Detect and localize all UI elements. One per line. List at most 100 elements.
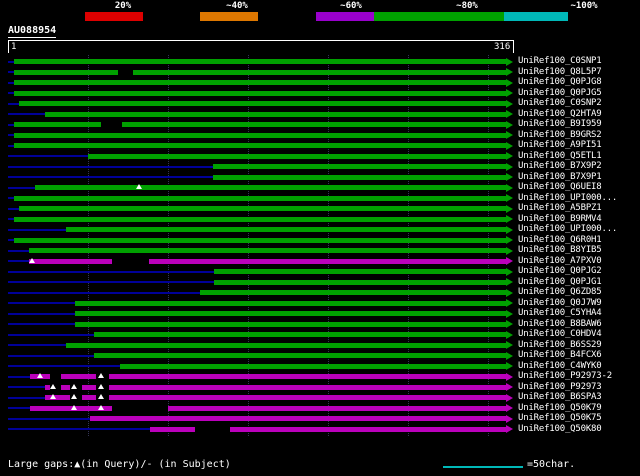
subject-label: UniRef100_Q8L5P7 bbox=[518, 66, 602, 77]
alignment-bar[interactable] bbox=[14, 143, 506, 148]
alignment-row: UniRef100_UPI000... bbox=[0, 193, 640, 204]
alignment-bar[interactable] bbox=[14, 59, 506, 64]
bar-arrow-icon bbox=[506, 267, 513, 276]
alignment-bar[interactable] bbox=[14, 132, 506, 138]
alignment-row: UniRef100_Q6R0H1 bbox=[0, 235, 640, 246]
bar-arrow-icon bbox=[506, 404, 513, 412]
alignment-bar[interactable] bbox=[89, 416, 506, 421]
subject-label: UniRef100_B8YIB5 bbox=[518, 245, 602, 255]
query-gap-triangle-icon bbox=[97, 394, 104, 399]
query-lead-line bbox=[8, 291, 200, 294]
subject-label: UniRef100_B7X9P2 bbox=[518, 161, 602, 171]
alignment-row: UniRef100_Q0PJG2 bbox=[0, 266, 640, 277]
alignment-bar[interactable] bbox=[14, 122, 506, 127]
alignment-row: UniRef100_Q5ETL1 bbox=[0, 151, 640, 162]
scale-key-segment bbox=[200, 12, 258, 21]
alignment-row: UniRef100_Q2HTA9 bbox=[0, 109, 640, 120]
alignment-row: UniRef100_Q6UEI8 bbox=[0, 182, 640, 193]
scale-legend-line bbox=[443, 466, 523, 468]
alignment-row: UniRef100_A5BPZ1 bbox=[0, 203, 640, 214]
subject-label: UniRef100_C5YHA4 bbox=[518, 308, 602, 318]
subject-label: UniRef100_Q5ETL1 bbox=[518, 150, 602, 161]
scale-key-label: ~60% bbox=[340, 1, 362, 11]
alignment-bar[interactable] bbox=[44, 395, 506, 400]
alignment-bar[interactable] bbox=[75, 300, 506, 306]
alignment-bar[interactable] bbox=[19, 206, 506, 211]
subject-label: UniRef100_Q50K80 bbox=[518, 423, 602, 434]
subject-label: UniRef100_UPI000... bbox=[518, 224, 618, 234]
subject-gap-segment bbox=[112, 258, 149, 264]
alignment-bar[interactable] bbox=[65, 342, 506, 348]
alignment-bar[interactable] bbox=[120, 363, 506, 369]
bar-arrow-icon bbox=[506, 173, 513, 181]
bar-arrow-icon bbox=[506, 288, 513, 297]
alignment-row: UniRef100_B8BAW6 bbox=[0, 319, 640, 330]
query-gap-triangle-icon bbox=[136, 184, 143, 189]
subject-label: UniRef100_B4FCX6 bbox=[518, 350, 602, 360]
alignment-row: UniRef100_C4WYK0 bbox=[0, 361, 640, 372]
scale-key-segment bbox=[374, 12, 504, 21]
alignment-row: UniRef100_B4FCX6 bbox=[0, 350, 640, 361]
bar-arrow-icon bbox=[506, 383, 513, 391]
query-lead-line bbox=[8, 354, 95, 357]
alignment-bar[interactable] bbox=[14, 195, 506, 201]
bar-arrow-icon bbox=[506, 183, 513, 192]
query-lead-line bbox=[8, 155, 88, 157]
bar-arrow-icon bbox=[506, 236, 513, 244]
alignment-bar[interactable] bbox=[14, 69, 506, 75]
alignment-row: UniRef100_B8YIB5 bbox=[0, 245, 640, 256]
scale-key-segment bbox=[316, 12, 374, 21]
alignment-bar[interactable] bbox=[19, 101, 506, 106]
subject-label: UniRef100_B8BAW6 bbox=[518, 318, 602, 329]
alignment-row: UniRef100_P92973 bbox=[0, 382, 640, 393]
bar-arrow-icon bbox=[506, 68, 513, 76]
bar-arrow-icon bbox=[506, 78, 513, 87]
subject-label: UniRef100_Q6R0H1 bbox=[518, 234, 602, 245]
subject-gap-segment bbox=[195, 426, 231, 432]
alignment-bar[interactable] bbox=[212, 174, 506, 180]
alignment-bar[interactable] bbox=[94, 332, 506, 337]
alignment-bar[interactable] bbox=[14, 80, 506, 85]
query-lead-line bbox=[8, 270, 215, 273]
query-lead-line bbox=[8, 207, 20, 210]
scale-key-label: 20% bbox=[114, 1, 132, 11]
subject-label: UniRef100_Q0J7W9 bbox=[518, 297, 602, 308]
alignment-bar[interactable] bbox=[28, 248, 506, 253]
query-gap-triangle-icon bbox=[37, 373, 43, 378]
bar-arrow-icon bbox=[506, 225, 513, 234]
subject-gap-segment bbox=[100, 122, 122, 127]
alignment-bar[interactable] bbox=[35, 185, 506, 190]
alignment-row: UniRef100_Q50K79 bbox=[0, 403, 640, 414]
query-lead-line bbox=[8, 365, 120, 367]
alignment-bar[interactable] bbox=[75, 311, 506, 316]
alignment-row: UniRef100_B7X9P1 bbox=[0, 172, 640, 183]
query-lead-line bbox=[8, 176, 213, 178]
alignment-row: UniRef100_Q0PJG5 bbox=[0, 88, 640, 99]
subject-label: UniRef100_Q2HTA9 bbox=[518, 108, 602, 119]
alignment-bar[interactable] bbox=[214, 269, 506, 274]
bar-arrow-icon bbox=[506, 152, 513, 160]
alignment-bar[interactable] bbox=[212, 164, 506, 169]
alignment-bar[interactable] bbox=[88, 153, 506, 159]
alignment-bar[interactable] bbox=[14, 237, 506, 243]
alignment-bar[interactable] bbox=[94, 353, 506, 358]
bar-arrow-icon bbox=[506, 204, 513, 213]
alignment-bar[interactable] bbox=[75, 321, 506, 327]
alignment-bar[interactable] bbox=[214, 279, 506, 285]
subject-label: UniRef100_Q0PJG8 bbox=[518, 77, 602, 87]
alignment-bar[interactable] bbox=[44, 111, 506, 117]
subject-label: UniRef100_Q0PJG1 bbox=[518, 276, 602, 287]
subject-label: UniRef100_A5BPZ1 bbox=[518, 203, 602, 213]
alignment-row: UniRef100_UPI000... bbox=[0, 224, 640, 235]
alignment-bar[interactable] bbox=[28, 258, 506, 264]
alignment-bar[interactable] bbox=[14, 216, 506, 222]
query-lead-line bbox=[8, 228, 66, 231]
alignment-bar[interactable] bbox=[200, 290, 506, 295]
ruler-line bbox=[8, 40, 514, 41]
subject-label: UniRef100_UPI000... bbox=[518, 192, 618, 203]
query-lead-line bbox=[8, 417, 90, 420]
alignment-bar[interactable] bbox=[14, 90, 506, 96]
alignment-bar[interactable] bbox=[44, 384, 506, 390]
alignment-row: UniRef100_C0SNP1 bbox=[0, 56, 640, 67]
alignment-bar[interactable] bbox=[65, 227, 506, 232]
